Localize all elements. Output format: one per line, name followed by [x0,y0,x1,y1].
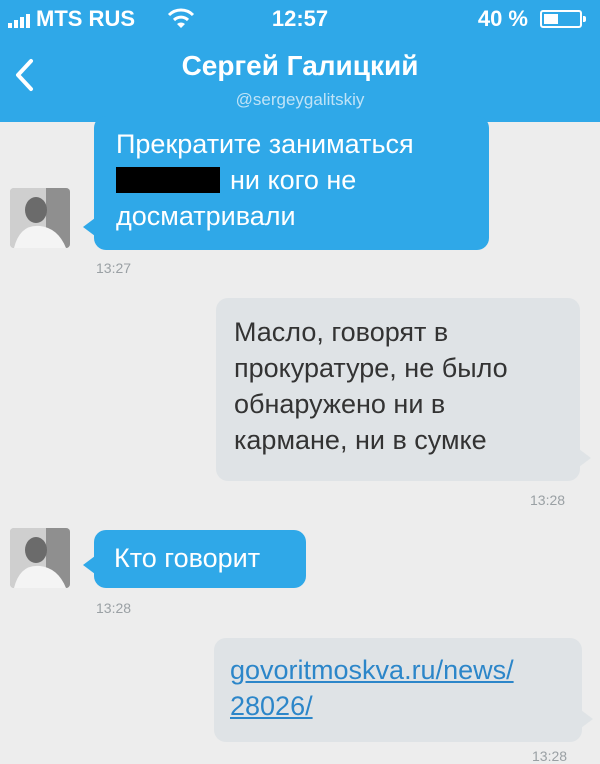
message-timestamp: 13:27 [96,260,132,276]
redaction-bar [116,167,220,193]
message-list[interactable]: Прекратите заниматься ни кого не досматр… [0,116,600,764]
message-line: обнаружено ни в [234,389,446,419]
avatar-photo [10,528,70,588]
conversation-header: Сергей Галицкий @sergeygalitskiy [0,36,600,122]
message-bubble-outgoing[interactable]: govoritmoskva.ru/news/ 28026/ [214,638,593,742]
message-bubble-incoming[interactable]: Прекратите заниматься ни кого не досматр… [83,116,489,250]
battery-icon [540,10,586,28]
battery-fill [544,14,558,24]
message-line: Прекратите заниматься [116,129,414,159]
battery-percent: 40 % [477,6,528,31]
contact-name[interactable]: Сергей Галицкий [0,50,600,82]
message-line: Кто говорит [114,543,261,573]
message-line: Масло, говорят в [234,317,449,347]
message-bubble-incoming[interactable]: Кто говорит [83,530,306,588]
message-link-line: govoritmoskva.ru/news/ [230,655,514,685]
message-link[interactable]: govoritmoskva.ru/news/ 28026/ [230,652,572,724]
message-line-text: ни кого не [230,165,357,195]
avatar[interactable] [10,528,70,588]
top-bar: MTS RUS 12:57 40 % Сергей Галицкий @serg… [0,0,600,122]
message-line: кармане, ни в сумке [234,425,487,455]
message-link-line: 28026/ [230,691,313,721]
message-timestamp: 13:28 [530,492,566,508]
avatar[interactable] [10,188,70,248]
message-bubble-outgoing[interactable]: Масло, говорят в прокуратуре, не было об… [216,298,591,481]
status-bar: MTS RUS 12:57 40 % [0,0,600,36]
message-timestamp: 13:28 [532,748,568,764]
avatar-photo [10,188,70,248]
message-line: прокуратуре, не было [234,353,508,383]
message-line: досматривали [116,201,296,231]
message-line: ни кого не [116,162,475,198]
message-timestamp: 13:28 [96,600,132,616]
contact-handle: @sergeygalitskiy [235,90,365,109]
